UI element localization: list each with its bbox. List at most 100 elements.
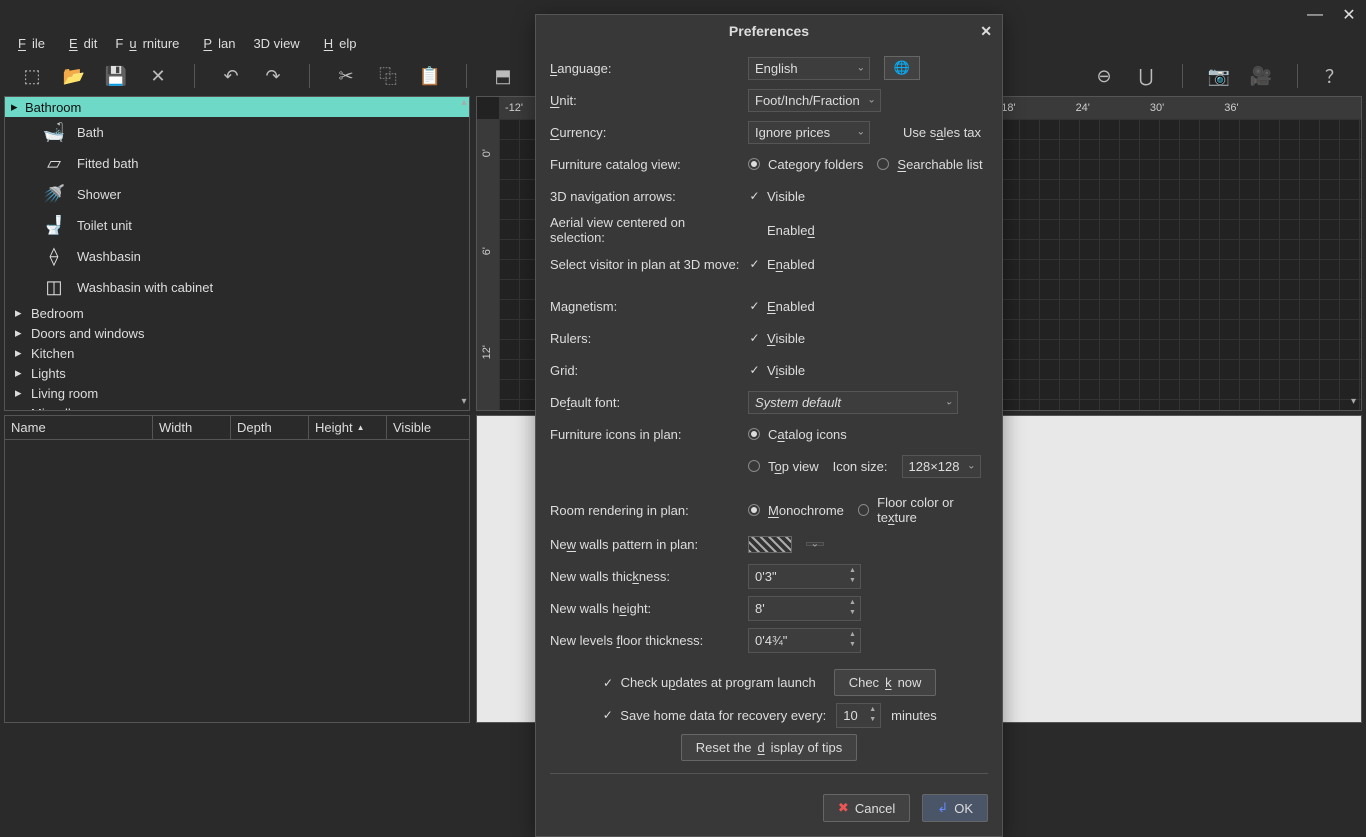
top-view-radio[interactable]: Top view [748,459,819,474]
catalog-item-washbasin[interactable]: ⟠ Washbasin [5,241,469,272]
radio-label: Top view [768,459,819,474]
magnetism-checkbox[interactable]: ✓Enabled [748,299,815,314]
open-icon[interactable]: 📂 [64,66,84,86]
spin-up-icon[interactable]: ▲ [865,705,880,715]
catalog-item-fitted-bath[interactable]: ▱ Fitted bath [5,148,469,179]
rulers-checkbox[interactable]: ✓Visible [748,331,805,346]
preferences-icon[interactable]: ✕ [148,66,168,86]
icon-size-select[interactable]: 128×128⌄ [902,455,981,478]
aerial-checkbox[interactable]: Enabled [748,223,815,238]
catalog-item-bath[interactable]: 🛁 Bath [5,117,469,148]
walls-thickness-input[interactable]: ▲▼ [748,564,861,589]
catalog-item-washbasin-cabinet[interactable]: ◫ Washbasin with cabinet [5,272,469,303]
searchable-list-radio[interactable]: Searchable list [877,157,982,172]
currency-select[interactable]: Ignore prices⌄ [748,121,870,144]
catalog-category-doors[interactable]: ▸Doors and windows [5,323,469,343]
input-value[interactable] [749,565,845,588]
scroll-down-button[interactable]: ▾ [459,396,469,410]
col-width[interactable]: Width [153,416,231,439]
zoom-out-icon[interactable]: ⊖ [1094,66,1114,86]
catalog-category-living[interactable]: ▸Living room [5,383,469,403]
ok-arrow-icon: ↲ [937,800,948,816]
dialog-close-button[interactable]: ✕ [980,23,992,40]
help-icon[interactable]: ？ [1324,66,1344,86]
catalog-category-bathroom[interactable]: ▸ Bathroom [5,97,469,117]
spin-up-icon[interactable]: ▲ [845,630,860,640]
radio-off-icon [877,158,889,170]
new-icon[interactable]: ⬚ [22,66,42,86]
radio-label: Floor color or texture [877,495,988,525]
photo-icon[interactable]: 📷 [1209,66,1229,86]
minimize-button[interactable]: — [1308,8,1322,22]
input-value[interactable] [749,629,845,652]
add-furniture-icon[interactable]: ⬒ [493,66,513,86]
monochrome-radio[interactable]: Monochrome [748,503,844,518]
col-visible[interactable]: Visible [387,416,469,439]
select-visitor-label: Select visitor in plan at 3D move: [550,257,740,272]
select-visitor-checkbox[interactable]: ✓Enabled [748,257,815,272]
spin-up-icon[interactable]: ▲ [845,598,860,608]
menu-furniture[interactable]: Furniture [109,32,185,55]
cut-icon[interactable]: ✂ [336,66,356,86]
grid-checkbox[interactable]: ✓Visible [748,363,805,378]
scroll-up-button[interactable]: ▴ [459,97,469,111]
input-value[interactable] [749,597,845,620]
font-select[interactable]: System default⌄ [748,391,958,414]
language-select[interactable]: English⌄ [748,57,870,80]
menu-help[interactable]: Help [312,32,363,55]
undo-icon[interactable]: ↶ [221,66,241,86]
redo-icon[interactable]: ↷ [263,66,283,86]
item-label: Bath [77,125,104,140]
floor-thickness-input[interactable]: ▲▼ [748,628,861,653]
menu-3d-view[interactable]: 3D view [247,32,305,55]
recovery-minutes-input[interactable]: ▲▼ [836,703,881,728]
dialog-title-bar[interactable]: Preferences ✕ [536,15,1002,47]
sales-tax-checkbox[interactable]: Use sales tax [884,125,981,140]
check-updates-checkbox[interactable]: ✓Check updates at program launch [602,675,816,690]
menu-file[interactable]: File [6,32,51,55]
icons-plan-label: Furniture icons in plan: [550,427,740,442]
copy-icon[interactable]: ⿻ [378,66,398,86]
menu-edit[interactable]: Edit [57,32,103,55]
category-folders-radio[interactable]: Category folders [748,157,863,172]
reset-tips-button[interactable]: Reset the display of tips [681,734,857,761]
spin-down-icon[interactable]: ▼ [845,640,860,650]
col-height[interactable]: Height▲ [309,416,387,439]
video-icon[interactable]: 🎥 [1251,66,1271,86]
category-label: Lights [31,366,66,381]
paste-icon[interactable]: 📋 [420,66,440,86]
unit-select[interactable]: Foot/Inch/Fraction⌄ [748,89,881,112]
nav-arrows-checkbox[interactable]: ✓Visible [748,189,805,204]
catalog-icons-radio[interactable]: Catalog icons [748,427,847,442]
vertical-ruler: 0' 6' 12' [477,119,499,410]
window-close-button[interactable]: ✕ [1342,8,1356,22]
input-value[interactable] [837,704,865,727]
col-depth[interactable]: Depth [231,416,309,439]
check-now-button[interactable]: Check now [834,669,937,696]
language-settings-button[interactable]: 🌐 [884,56,920,80]
catalog-item-toilet[interactable]: 🚽 Toilet unit [5,210,469,241]
catalog-category-kitchen[interactable]: ▸Kitchen [5,343,469,363]
catalog-category-lights[interactable]: ▸Lights [5,363,469,383]
pattern-select[interactable]: ⌄ [806,542,824,546]
spin-down-icon[interactable]: ▼ [845,608,860,618]
menu-plan[interactable]: Plan [191,32,241,55]
check-icon: ✓ [748,332,761,345]
save-icon[interactable]: 💾 [106,66,126,86]
cancel-button[interactable]: ✖Cancel [823,794,910,822]
save-recovery-checkbox[interactable]: ✓Save home data for recovery every: [601,708,826,723]
checkbox-label: Enabled [767,257,815,272]
walls-height-input[interactable]: ▲▼ [748,596,861,621]
catalog-category-bedroom[interactable]: ▸Bedroom [5,303,469,323]
spin-down-icon[interactable]: ▼ [845,576,860,586]
spin-up-icon[interactable]: ▲ [845,566,860,576]
scroll-handle[interactable]: ▾ [1351,396,1361,410]
catalog-item-shower[interactable]: 🚿 Shower [5,179,469,210]
radio-off-icon [748,460,760,472]
col-name[interactable]: Name [5,416,153,439]
floor-color-radio[interactable]: Floor color or texture [858,495,988,525]
catalog-category-misc[interactable]: ▸Miscellaneous [5,403,469,411]
spin-down-icon[interactable]: ▼ [865,715,880,725]
ok-button[interactable]: ↲OK [922,794,988,822]
magnet-icon[interactable]: ⋃ [1136,66,1156,86]
